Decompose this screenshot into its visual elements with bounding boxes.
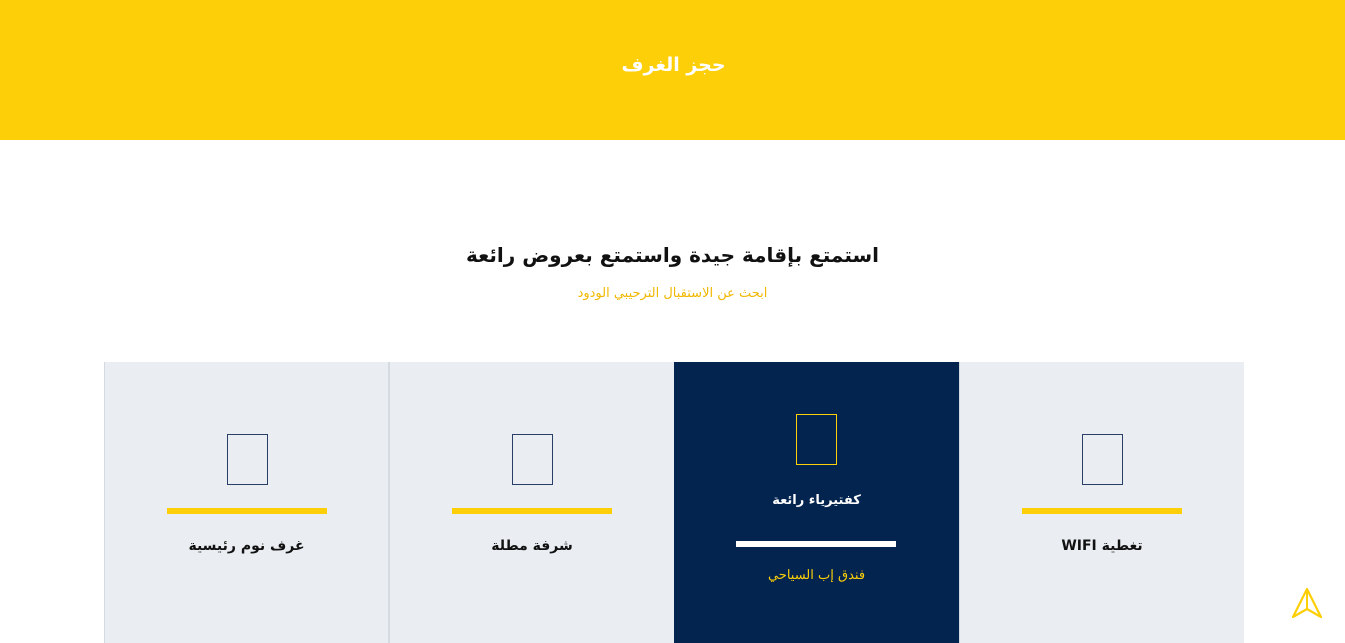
page-header: حجز الغرف <box>0 0 1345 140</box>
feature-card-bedrooms[interactable]: غرف نوم رئيسية <box>104 362 389 643</box>
feature-subtitle: فندق إب السياحي <box>767 568 866 583</box>
cafeteria-icon <box>796 414 837 465</box>
feature-title: تغطية WIFI <box>1061 538 1143 554</box>
features-row: تغطية WIFI كفتيرياء رائعة فندق إب السياح… <box>104 362 1244 643</box>
feature-card-wifi[interactable]: تغطية WIFI <box>959 362 1244 643</box>
feature-divider <box>1022 508 1182 514</box>
section-heading: استمتع بإقامة جيدة واستمتع بعروض رائعة <box>465 243 880 267</box>
feature-title: كفتيرياء رائعة <box>772 493 861 508</box>
feature-divider <box>167 508 327 514</box>
section-subheading: ابحث عن الاستقبال الترحيبي الودود <box>577 286 768 301</box>
navigation-arrow-icon <box>1291 587 1323 619</box>
feature-divider <box>736 541 896 547</box>
feature-divider <box>452 508 612 514</box>
feature-card-balcony[interactable]: شرفة مطلة <box>389 362 674 643</box>
feature-card-cafeteria[interactable]: كفتيرياء رائعة فندق إب السياحي <box>674 362 959 643</box>
scroll-to-top-button[interactable] <box>1290 586 1324 620</box>
feature-title: غرف نوم رئيسية <box>188 538 305 554</box>
balcony-icon <box>512 434 553 485</box>
feature-title: شرفة مطلة <box>491 538 573 554</box>
wifi-icon <box>1082 434 1123 485</box>
page-title: حجز الغرف <box>621 54 726 76</box>
bedroom-icon <box>227 434 268 485</box>
